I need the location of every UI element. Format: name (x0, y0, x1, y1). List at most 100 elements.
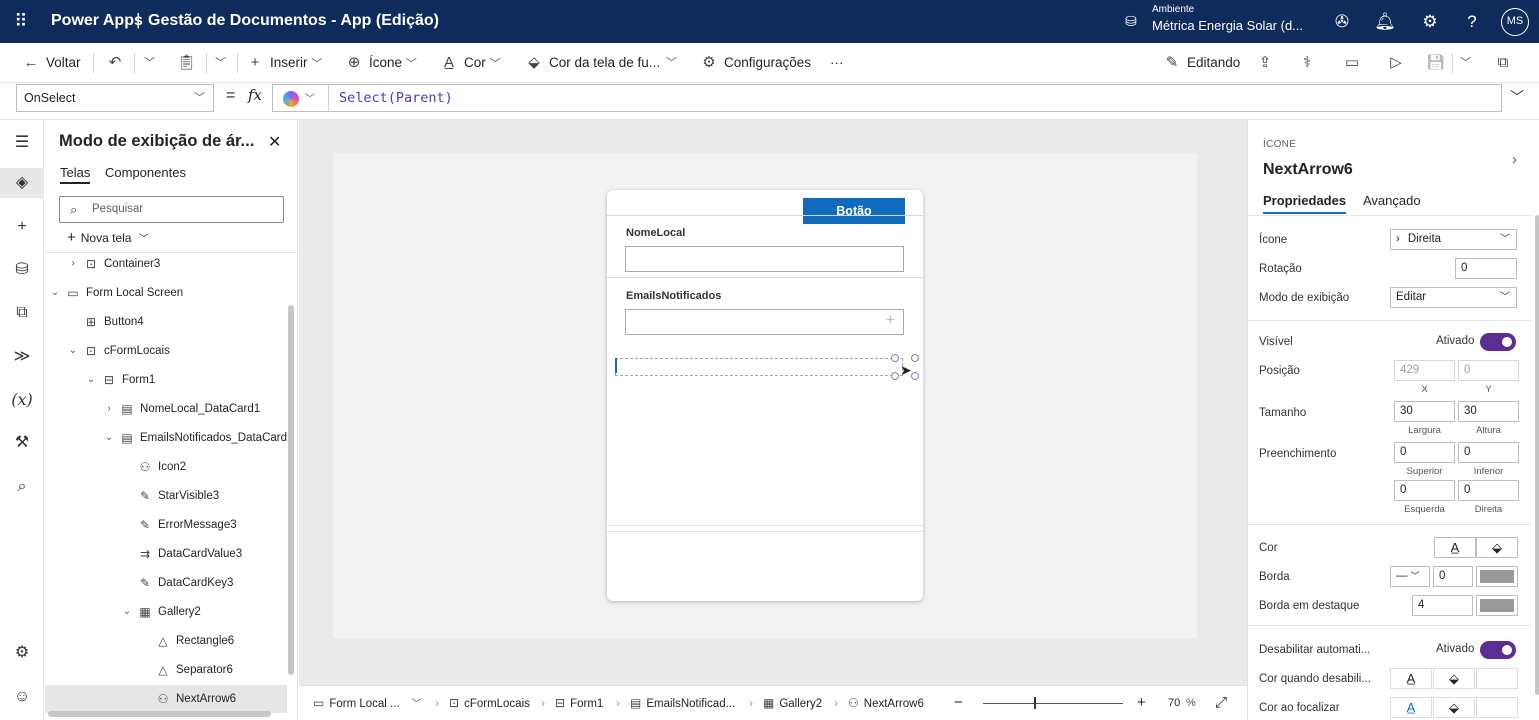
chevron-down-icon[interactable]: ⌄ (67, 337, 79, 365)
copilot-icon[interactable]: ✇ (1330, 10, 1354, 34)
settings-icon[interactable]: ⚙ (1418, 10, 1442, 34)
copilot-icon[interactable] (283, 91, 299, 107)
paste-dropdown[interactable]: ﹀ (215, 43, 226, 83)
close-icon[interactable]: ✕ (268, 132, 281, 152)
tree-view-icon[interactable]: ◈ (0, 168, 44, 198)
next-arrow-selected[interactable]: ➤ (891, 354, 919, 382)
app-checker-button[interactable]: ⚕ (1298, 43, 1322, 83)
preview-button[interactable]: ▷ (1387, 43, 1411, 83)
display-mode-select[interactable]: Editar ﹀ (1390, 287, 1517, 308)
property-selector[interactable]: OnSelect ﹀ (16, 84, 214, 112)
tree-item[interactable]: ⌄ ⊡ cFormLocais (45, 337, 287, 365)
disabled-fill-color-swatch[interactable]: ⬙ (1433, 668, 1475, 689)
resize-handle[interactable] (891, 372, 899, 380)
zoom-in-button[interactable]: + (1137, 694, 1146, 711)
position-x-input[interactable]: 429 (1394, 360, 1455, 381)
variables-icon[interactable]: (x) (7, 385, 37, 415)
form-container[interactable]: Botão NomeLocal EmailsNotificados + ➤ (607, 190, 923, 601)
undo-button[interactable]: ↶ (106, 43, 130, 83)
product-name[interactable]: Power Apps (51, 12, 143, 30)
disabled-border-color-swatch[interactable] (1476, 668, 1518, 689)
fit-screen-icon[interactable]: ⤢ (1215, 694, 1227, 711)
tree-item[interactable]: ⚇ Icon2 (45, 453, 287, 481)
tree-item[interactable]: ⌄ ▭ Form Local Screen (45, 279, 287, 307)
environment-name[interactable]: Métrica Energia Solar (d... (1152, 18, 1303, 33)
tab-properties[interactable]: Propriedades (1263, 193, 1347, 214)
canvas-button[interactable]: Botão (803, 198, 905, 224)
position-y-input[interactable]: 0 (1458, 360, 1519, 381)
resize-handle[interactable] (911, 372, 919, 380)
height-input[interactable]: 30 (1458, 401, 1519, 422)
hover-fill-color-swatch[interactable]: ⬙ (1433, 697, 1475, 718)
tree-item[interactable]: ⚇ NextArrow6 (45, 685, 287, 713)
padding-left-input[interactable]: 0 (1394, 480, 1455, 501)
chevron-right-icon[interactable]: › (1512, 151, 1517, 168)
settings-icon[interactable]: ⚙ (7, 638, 37, 668)
focused-border-input[interactable]: 4 (1412, 595, 1473, 616)
formula-input[interactable]: ﹀ Select(Parent) (272, 84, 1502, 112)
color-button[interactable]: A̲ Cor ﹀ (440, 43, 501, 83)
environment-icon[interactable]: ⛁ (1122, 13, 1140, 31)
advanced-tools-icon[interactable]: ⚒ (7, 428, 37, 458)
auto-disable-toggle[interactable] (1480, 641, 1516, 659)
insert-button[interactable]: + Inserir ﹀ (246, 43, 323, 83)
comments-button[interactable]: ▭ (1343, 43, 1367, 83)
new-screen-button[interactable]: + Nova tela ﹀ (67, 230, 149, 248)
disabled-font-color-swatch[interactable]: A̲ (1390, 668, 1432, 689)
user-avatar[interactable]: MS (1501, 8, 1529, 36)
screen-fill-button[interactable]: ⬙ Cor da tela de fu... (525, 43, 660, 83)
data-icon[interactable]: ⛁ (7, 255, 37, 285)
tree-item[interactable]: › ⊡ Container3 (45, 250, 287, 278)
search-icon[interactable]: ⌕ (7, 472, 37, 502)
breadcrumb-item[interactable]: ⊡ cFormLocais (449, 686, 530, 720)
zoom-slider[interactable] (983, 703, 1123, 704)
editing-button[interactable]: ✎ Editando (1163, 43, 1241, 83)
hover-font-color-swatch[interactable]: A̲ (1390, 697, 1432, 718)
hamburger-icon[interactable]: ☰ (7, 128, 37, 158)
tree-item[interactable]: △ Separator6 (45, 656, 287, 684)
zoom-out-button[interactable]: − (954, 694, 963, 711)
paste-button[interactable]: 📋︎ (177, 43, 201, 83)
fill-color-swatch[interactable]: ⬙ (1476, 537, 1518, 558)
border-style-select[interactable]: — ﹀ (1390, 566, 1430, 587)
icon-prop-select[interactable]: › Direita ﹀ (1390, 229, 1517, 250)
horizontal-scrollbar[interactable] (48, 711, 271, 717)
tab-screens[interactable]: Telas (60, 165, 91, 184)
virtual-agent-icon[interactable]: ☺ (7, 682, 37, 712)
breadcrumb-item[interactable]: ▦ Gallery2 (763, 686, 822, 720)
save-button[interactable]: 💾︎ (1426, 43, 1450, 83)
border-thickness-input[interactable]: 0 (1433, 566, 1473, 587)
breadcrumb-item[interactable]: ▭ Form Local ... ﹀ (313, 686, 422, 720)
undo-dropdown[interactable]: ﹀ (144, 43, 155, 83)
formula-text[interactable]: Select(Parent) (339, 85, 453, 111)
tab-advanced[interactable]: Avançado (1363, 193, 1421, 208)
rotation-input[interactable]: 0 (1455, 258, 1517, 279)
tree-item[interactable]: › ▤ NomeLocal_DataCard1 (45, 395, 287, 423)
emails-combobox[interactable]: + (625, 309, 904, 335)
zoom-value[interactable]: 70 (1168, 697, 1180, 709)
width-input[interactable]: 30 (1394, 401, 1455, 422)
publish-button[interactable]: ⧉ (1494, 43, 1518, 83)
chevron-down-icon[interactable]: ﹀ (412, 699, 422, 710)
padding-top-input[interactable]: 0 (1394, 442, 1455, 463)
more-button[interactable]: ··· (830, 43, 844, 83)
search-input[interactable]: ⌕ Pesquisar (59, 196, 284, 223)
screen-artboard[interactable]: Botão NomeLocal EmailsNotificados + ➤ (333, 153, 1197, 638)
tree-item[interactable]: ✎ StarVisible3 (45, 482, 287, 510)
screen-fill-dropdown[interactable]: ﹀ (666, 43, 677, 83)
app-launcher-icon[interactable]: ⠿ (10, 10, 32, 32)
save-dropdown[interactable]: ﹀ (1460, 43, 1471, 83)
padding-right-input[interactable]: 0 (1458, 480, 1519, 501)
tree-item[interactable]: △ Rectangle6 (45, 627, 287, 655)
border-color-swatch[interactable] (1476, 566, 1518, 587)
chevron-down-icon[interactable]: ⌄ (85, 366, 97, 394)
tree-item[interactable]: ⌄ ⊟ Form1 (45, 366, 287, 394)
insert-icon[interactable]: + (7, 212, 37, 242)
tree-item[interactable]: ✎ DataCardKey3 (45, 569, 287, 597)
resize-handle[interactable] (891, 354, 899, 362)
zoom-slider-thumb[interactable] (1034, 697, 1036, 709)
gallery-selection[interactable]: ➤ (615, 354, 919, 380)
media-icon[interactable]: ⧉ (7, 298, 37, 328)
tree-item[interactable]: ⊞ Button4 (45, 308, 287, 336)
tree-item[interactable]: ⌄ ▦ Gallery2 (45, 598, 287, 626)
